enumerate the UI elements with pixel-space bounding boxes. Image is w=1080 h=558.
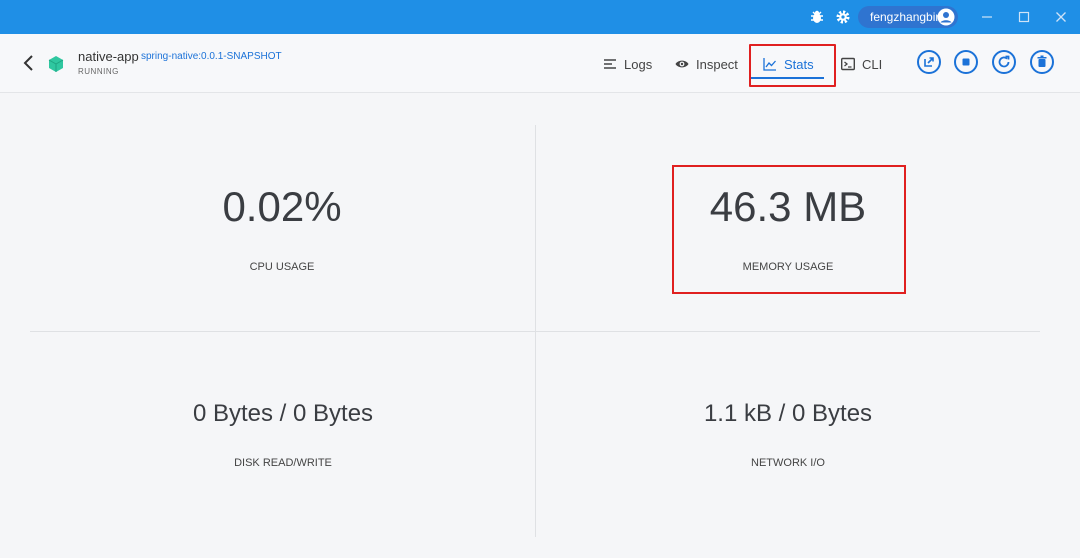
network-io-value: 1.1 kB / 0 Bytes (703, 400, 873, 427)
container-header: native-app spring-native:0.0.1-SNAPSHOT … (0, 34, 1080, 93)
tab-cli[interactable]: CLI (841, 53, 882, 75)
grid-horizontal-divider (30, 331, 1040, 332)
tab-cli-label: CLI (862, 56, 883, 72)
minimize-icon[interactable] (978, 8, 996, 26)
bug-icon[interactable] (809, 9, 825, 25)
tab-inspect-label: Inspect (696, 56, 738, 72)
tab-logs-label: Logs (624, 56, 653, 72)
tab-logs[interactable]: Logs (603, 53, 652, 75)
stats-tab-highlight-box (749, 44, 836, 87)
gear-icon[interactable] (835, 9, 851, 25)
container-status: RUNNING (78, 67, 119, 76)
delete-icon[interactable] (1030, 50, 1054, 74)
container-name: native-app (78, 49, 139, 64)
open-in-browser-icon[interactable] (917, 50, 941, 74)
image-tag-link[interactable]: spring-native:0.0.1-SNAPSHOT (141, 51, 282, 62)
container-cube-icon (48, 56, 64, 72)
cpu-usage-value: 0.02% (222, 183, 342, 230)
username: fengzhangbin (870, 10, 943, 24)
maximize-icon[interactable] (1015, 8, 1033, 26)
user-account-button[interactable]: fengzhangbin (858, 6, 958, 28)
stop-icon[interactable] (954, 50, 978, 74)
tab-inspect[interactable]: Inspect (675, 53, 738, 75)
cpu-usage-label: CPU USAGE (249, 261, 315, 273)
network-io-label: NETWORK I/O (751, 457, 825, 469)
logs-icon (604, 59, 616, 69)
terminal-icon (841, 57, 855, 71)
title-bar: fengzhangbin (0, 0, 1080, 34)
user-avatar-icon (937, 8, 955, 26)
eye-icon (675, 60, 689, 68)
memory-highlight-box (672, 165, 906, 294)
close-icon[interactable] (1052, 8, 1070, 26)
restart-icon[interactable] (992, 50, 1016, 74)
back-arrow-icon[interactable] (22, 53, 36, 73)
disk-rw-label: DISK READ/WRITE (234, 457, 332, 469)
disk-rw-value: 0 Bytes / 0 Bytes (192, 400, 374, 427)
